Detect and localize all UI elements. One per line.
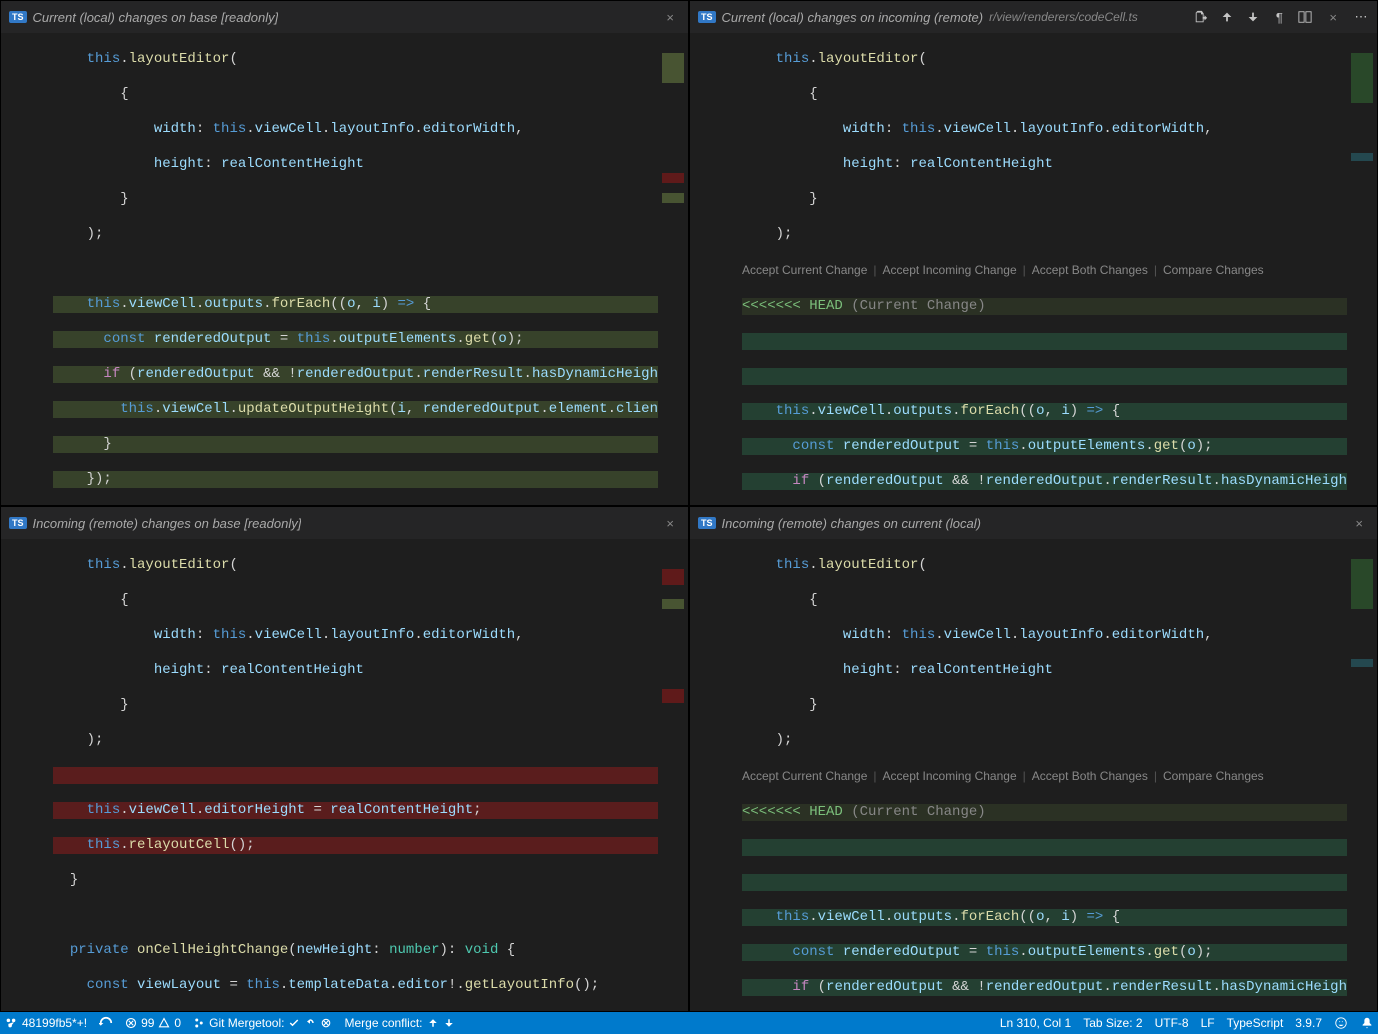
- language-mode[interactable]: TypeScript: [1227, 1016, 1284, 1030]
- tabbar-br: TS Incoming (remote) changes on current …: [690, 507, 1377, 539]
- editor-tr[interactable]: this.layoutEditor( { width: this.viewCel…: [690, 33, 1377, 505]
- mergetool-item[interactable]: Git Mergetool:: [193, 1016, 332, 1030]
- branch-item[interactable]: 48199fb5*+!: [4, 1016, 87, 1030]
- ts-icon: TS: [698, 517, 716, 529]
- status-bar: 48199fb5*+! 99 0 Git Mergetool: Merge co…: [0, 1012, 1378, 1034]
- accept-both[interactable]: Accept Both Changes: [1032, 768, 1148, 786]
- tabbar-bl: TS Incoming (remote) changes on base [re…: [1, 507, 688, 539]
- close-icon[interactable]: ×: [660, 516, 680, 531]
- more-icon[interactable]: ⋯: [1353, 9, 1369, 25]
- cursor-pos[interactable]: Ln 310, Col 1: [1000, 1016, 1071, 1030]
- undo-icon[interactable]: [304, 1017, 316, 1029]
- go-to-file-icon[interactable]: [1193, 9, 1209, 25]
- accept-incoming[interactable]: Accept Incoming Change: [883, 768, 1017, 786]
- sync-item[interactable]: [99, 1016, 113, 1030]
- close-icon[interactable]: ×: [660, 10, 680, 25]
- next-change-icon[interactable]: [1245, 9, 1261, 25]
- compare-changes[interactable]: Compare Changes: [1163, 768, 1264, 786]
- ts-icon: TS: [9, 11, 27, 23]
- tab-title-tr[interactable]: Current (local) changes on incoming (rem…: [722, 10, 984, 25]
- pane-incoming-on-base: TS Incoming (remote) changes on base [re…: [0, 506, 689, 1012]
- abort-icon[interactable]: [320, 1017, 332, 1029]
- check-icon[interactable]: [288, 1017, 300, 1029]
- tab-title-tl[interactable]: Current (local) changes on base [readonl…: [33, 10, 279, 25]
- close-icon[interactable]: ×: [1349, 516, 1369, 531]
- tab-title-bl[interactable]: Incoming (remote) changes on base [reado…: [33, 516, 302, 531]
- editor-br[interactable]: this.layoutEditor( { width: this.viewCel…: [690, 539, 1377, 1011]
- compare-changes[interactable]: Compare Changes: [1163, 262, 1264, 280]
- tabbar-tr: TS Current (local) changes on incoming (…: [690, 1, 1377, 33]
- editor-bl[interactable]: this.layoutEditor( { width: this.viewCel…: [1, 539, 688, 1011]
- arrow-down-icon[interactable]: [443, 1017, 455, 1029]
- tab-title-br[interactable]: Incoming (remote) changes on current (lo…: [722, 516, 981, 531]
- pane-current-on-incoming: TS Current (local) changes on incoming (…: [689, 0, 1378, 506]
- tabbar-tl: TS Current (local) changes on base [read…: [1, 1, 688, 33]
- accept-current[interactable]: Accept Current Change: [742, 768, 867, 786]
- eol[interactable]: LF: [1201, 1016, 1215, 1030]
- editor-tl[interactable]: this.layoutEditor( { width: this.viewCel…: [1, 33, 688, 505]
- bell-icon[interactable]: [1360, 1016, 1374, 1030]
- accept-both[interactable]: Accept Both Changes: [1032, 262, 1148, 280]
- problems-item[interactable]: 99 0: [125, 1016, 181, 1030]
- prev-change-icon[interactable]: [1219, 9, 1235, 25]
- codelens-br: Accept Current Change|Accept Incoming Ch…: [742, 767, 1347, 787]
- split-icon[interactable]: [1297, 9, 1313, 25]
- tab-size[interactable]: Tab Size: 2: [1083, 1016, 1142, 1030]
- ts-icon: TS: [698, 11, 716, 23]
- pane-incoming-on-current: TS Incoming (remote) changes on current …: [689, 506, 1378, 1012]
- pane-current-on-base: TS Current (local) changes on base [read…: [0, 0, 689, 506]
- arrow-up-icon[interactable]: [427, 1017, 439, 1029]
- feedback-icon[interactable]: [1334, 1016, 1348, 1030]
- ts-version[interactable]: 3.9.7: [1295, 1016, 1322, 1030]
- merge-conflict-item[interactable]: Merge conflict:: [344, 1016, 454, 1030]
- close-icon[interactable]: ×: [1323, 10, 1343, 25]
- codelens-tr: Accept Current Change|Accept Incoming Ch…: [742, 261, 1347, 281]
- accept-incoming[interactable]: Accept Incoming Change: [883, 262, 1017, 280]
- accept-current[interactable]: Accept Current Change: [742, 262, 867, 280]
- whitespace-icon[interactable]: ¶: [1271, 9, 1287, 25]
- tab-path-tr: r/view/renderers/codeCell.ts: [989, 10, 1138, 24]
- ts-icon: TS: [9, 517, 27, 529]
- encoding[interactable]: UTF-8: [1155, 1016, 1189, 1030]
